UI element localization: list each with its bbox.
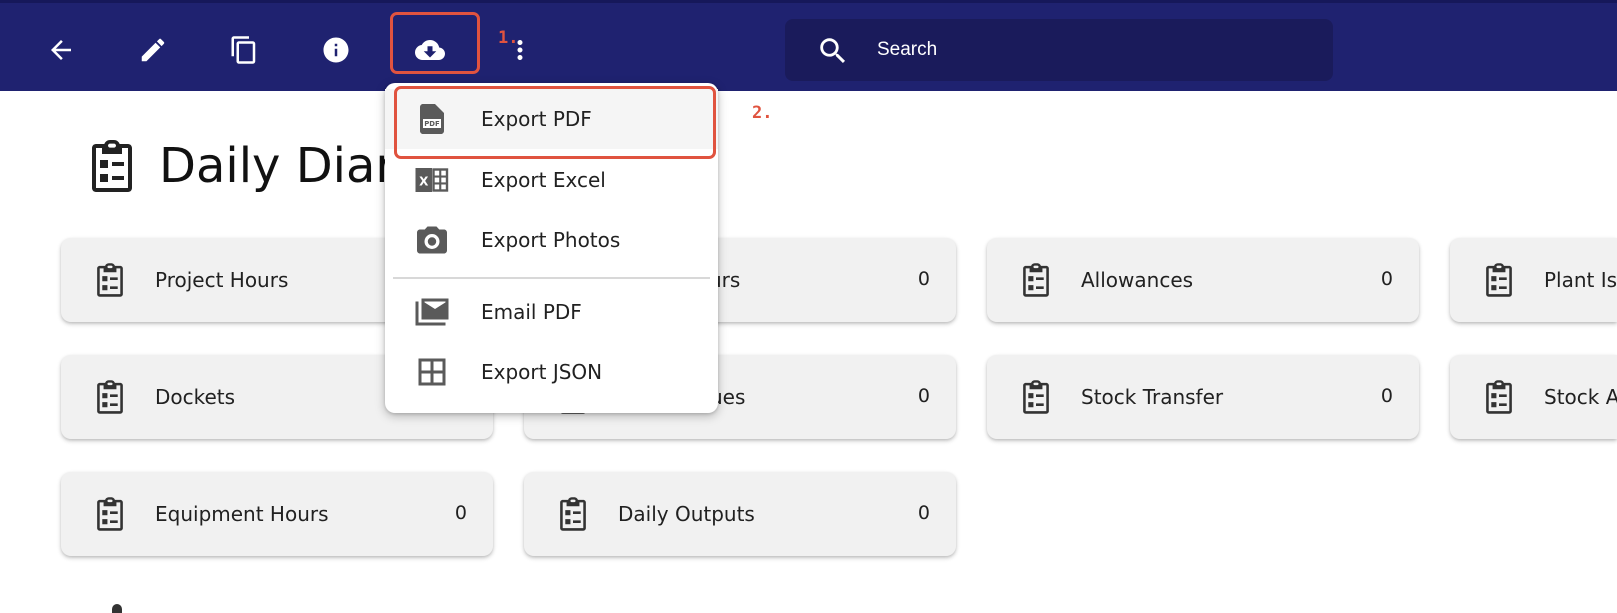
cloud-download-icon [415, 40, 445, 60]
card-label: Stock Transfer [1081, 385, 1224, 409]
card-count: 0 [1380, 268, 1393, 290]
edit-pencil-icon [141, 38, 165, 62]
search-icon [820, 38, 846, 64]
duplicate-button[interactable] [224, 30, 264, 70]
clipboard-icon [1020, 379, 1052, 415]
card-label: Daily Outputs [618, 502, 755, 526]
page-title-text: Daily Diar [159, 138, 396, 194]
card-allowances[interactable]: Allowances 0 [987, 238, 1419, 322]
card-label: Allowances [1081, 268, 1194, 292]
card-label: Stock A [1544, 385, 1617, 409]
menu-item-label: Email PDF [481, 300, 582, 324]
export-download-button[interactable] [410, 30, 450, 70]
menu-item-export-excel[interactable]: X Export Excel [385, 150, 718, 210]
menu-item-label: Export Photos [481, 228, 621, 252]
export-menu: PDF Export PDF X Export Excel Export Pho… [385, 83, 718, 413]
back-arrow-icon [51, 40, 71, 60]
card-daily-outputs[interactable]: Daily Outputs 0 [524, 472, 956, 556]
menu-item-export-json[interactable]: Export JSON [385, 342, 718, 402]
card-stock-adjustment[interactable]: Stock A [1450, 355, 1617, 439]
svg-text:PDF: PDF [424, 120, 440, 128]
step-1-label: 1. [498, 28, 519, 48]
card-label: Plant Is [1544, 268, 1617, 292]
card-count: 0 [454, 502, 467, 524]
back-button[interactable] [41, 30, 81, 70]
page-title: Daily Diar [87, 136, 395, 196]
clipboard-icon [557, 496, 589, 532]
card-label: Equipment Hours [155, 502, 329, 526]
top-app-bar: Search [0, 0, 1617, 91]
card-plant-issues[interactable]: Plant Is [1450, 238, 1617, 322]
excel-icon: X [414, 162, 450, 198]
clipboard-icon [92, 140, 132, 192]
menu-item-export-pdf[interactable]: PDF Export PDF [385, 89, 718, 149]
card-equipment-hours[interactable]: Equipment Hours 0 [61, 472, 493, 556]
email-icon [414, 294, 450, 330]
menu-item-email-pdf[interactable]: Email PDF [385, 282, 718, 342]
card-stock-transfer[interactable]: Stock Transfer 0 [987, 355, 1419, 439]
clipboard-icon [94, 379, 126, 415]
clipboard-icon [1483, 262, 1515, 298]
edit-button[interactable] [133, 30, 173, 70]
menu-divider [393, 277, 710, 279]
search-placeholder: Search [877, 39, 938, 60]
clipboard-icon [94, 262, 126, 298]
info-button[interactable] [316, 30, 356, 70]
menu-item-label: Export Excel [481, 168, 606, 192]
grid-icon [414, 354, 450, 390]
info-icon [323, 37, 349, 63]
card-count: 0 [1380, 385, 1393, 407]
card-count: 0 [917, 385, 930, 407]
search-field[interactable]: Search [785, 19, 1333, 81]
clipboard-icon [1020, 262, 1052, 298]
menu-item-export-photos[interactable]: Export Photos [385, 210, 718, 270]
card-count: 0 [917, 268, 930, 290]
menu-item-label: Export JSON [481, 360, 603, 384]
clipboard-icon [1483, 379, 1515, 415]
step-2-label: 2. [752, 103, 773, 123]
card-label: Project Hours [155, 268, 289, 292]
camera-icon [414, 222, 450, 258]
card-count: 0 [917, 502, 930, 524]
clipboard-icon [94, 496, 126, 532]
card-label: Dockets [155, 385, 236, 409]
svg-text:X: X [419, 174, 429, 188]
section-icon-peek [112, 604, 122, 613]
pdf-file-icon: PDF [414, 101, 450, 137]
menu-item-label: Export PDF [481, 107, 592, 131]
copy-icon [231, 36, 256, 64]
